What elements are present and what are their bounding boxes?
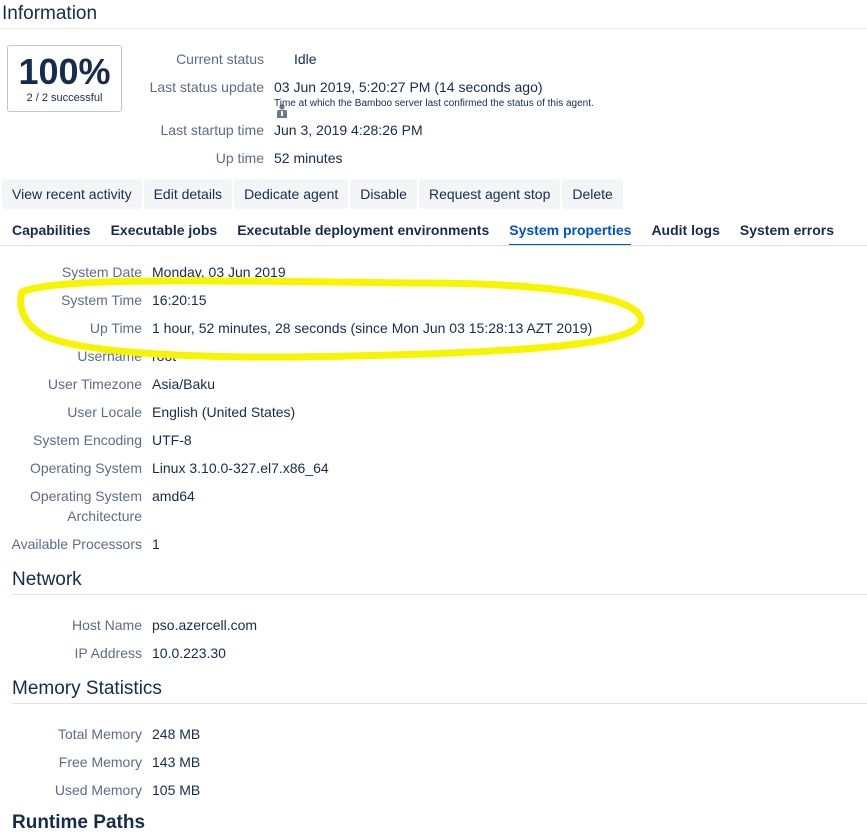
property-label: Username — [77, 348, 142, 364]
uptime-label: Up time — [215, 150, 264, 166]
uptime-value: 52 minutes — [274, 150, 343, 166]
property-label: Up Time — [89, 320, 142, 336]
tab-audit-logs[interactable]: Audit logs — [651, 222, 719, 246]
property-value: Linux 3.10.0-327.el7.x86_64 — [152, 460, 329, 476]
property-value: 1 — [152, 536, 160, 552]
title-divider — [0, 28, 867, 29]
agent-actions-toolbar: View recent activity Edit details Dedica… — [2, 179, 623, 209]
property-value: 248 MB — [152, 726, 201, 742]
current-status-label: Current status — [176, 51, 264, 67]
property-value: amd64 — [152, 488, 195, 504]
network-section-title: Network — [12, 569, 82, 590]
property-label: System Date — [61, 264, 142, 280]
tab-executable-deployment-environments[interactable]: Executable deployment environments — [237, 222, 489, 246]
tab-capabilities[interactable]: Capabilities — [12, 222, 91, 246]
view-recent-activity-button[interactable]: View recent activity — [2, 179, 142, 209]
property-label: System Time — [61, 292, 142, 308]
success-summary: 2 / 2 successful — [26, 92, 103, 104]
runtime-paths-section-title: Runtime Paths — [12, 812, 146, 833]
property-label: Free Memory — [58, 754, 142, 770]
property-value: 105 MB — [152, 782, 201, 798]
property-value: root — [152, 348, 177, 364]
success-percent: 100% — [18, 51, 111, 92]
property-label: Operating System — [29, 460, 142, 476]
property-label: Operating System Architecture — [29, 488, 142, 524]
tabs-divider — [0, 245, 867, 246]
property-label: IP Address — [74, 645, 142, 661]
last-update-note: Time at which the Bamboo server last con… — [274, 98, 594, 109]
section-divider — [12, 703, 867, 704]
property-value: 1 hour, 52 minutes, 28 seconds (since Mo… — [152, 320, 593, 336]
tab-executable-jobs[interactable]: Executable jobs — [111, 222, 218, 246]
property-label: Total Memory — [57, 726, 142, 742]
property-label: Available Processors — [11, 536, 142, 552]
property-value: pso.azercell.com — [152, 617, 258, 633]
page-title: Information — [2, 3, 98, 24]
property-label: User Timezone — [47, 376, 142, 392]
startup-label: Last startup time — [160, 122, 265, 138]
property-label: Used Memory — [54, 782, 142, 798]
disable-button[interactable]: Disable — [350, 179, 417, 209]
section-divider — [12, 594, 867, 595]
delete-button[interactable]: Delete — [562, 179, 623, 209]
build-success-score: 100% 2 / 2 successful — [7, 45, 122, 112]
memory-section-title: Memory Statistics — [12, 678, 162, 699]
edit-details-button[interactable]: Edit details — [143, 179, 233, 209]
property-value: 143 MB — [152, 754, 201, 770]
current-status-value: Idle — [294, 51, 317, 67]
request-agent-stop-button[interactable]: Request agent stop — [418, 179, 561, 209]
property-value: 10.0.223.30 — [152, 645, 226, 661]
property-value: Asia/Baku — [152, 376, 216, 392]
dedicate-agent-button[interactable]: Dedicate agent — [234, 179, 349, 209]
last-update-value: 03 Jun 2019, 5:20:27 PM (14 seconds ago) — [274, 79, 543, 95]
property-value: Monday, 03 Jun 2019 — [152, 264, 286, 280]
property-label: Host Name — [71, 617, 142, 633]
property-label: User Locale — [67, 404, 142, 420]
startup-value: Jun 3, 2019 4:28:26 PM — [274, 122, 423, 138]
property-value: 16:20:15 — [152, 292, 207, 308]
property-label: System Encoding — [33, 432, 142, 448]
property-value: English (United States) — [152, 404, 296, 420]
property-value: UTF-8 — [152, 432, 192, 448]
tab-system-properties[interactable]: System properties — [509, 222, 632, 246]
tab-system-errors[interactable]: System errors — [740, 222, 834, 246]
agent-tabs: Capabilities Executable jobs Executable … — [12, 222, 854, 246]
last-update-label: Last status update — [149, 79, 264, 95]
